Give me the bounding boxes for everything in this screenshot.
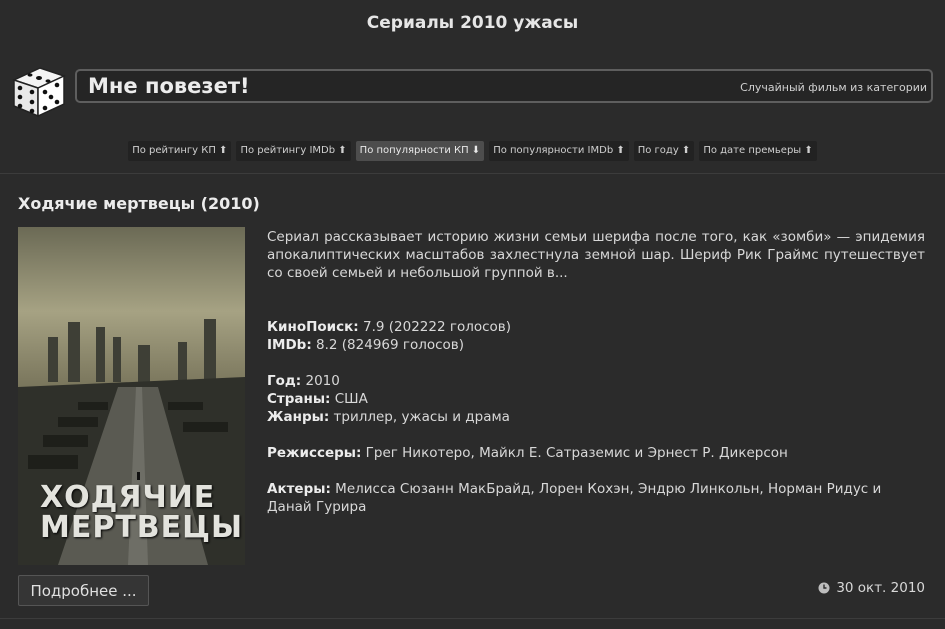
film-poster[interactable]: ХОДЯЧИЕ МЕРТВЕЦЫ <box>18 227 245 565</box>
sort-imdb-popularity-button[interactable]: По популярности IMDb ⬆ <box>489 141 629 161</box>
lucky-label: Мне повезет! <box>88 74 250 98</box>
kp-label: КиноПоиск: <box>267 319 359 335</box>
directors-label: Режиссеры: <box>267 445 362 461</box>
film-year: Год: 2010 <box>267 372 927 390</box>
year-value: 2010 <box>301 373 340 389</box>
genres-label: Жанры: <box>267 409 330 425</box>
lucky-button[interactable]: Мне повезет! Случайный фильм из категори… <box>75 69 933 103</box>
divider <box>0 173 945 174</box>
actors-value: Мелисса Сюзанн МакБрайд, Лорен Кохэн, Эн… <box>267 481 882 515</box>
film-title[interactable]: Ходячие мертвецы (2010) <box>18 194 260 213</box>
sort-kp-popularity-button[interactable]: По популярности КП ⬇ <box>355 141 485 161</box>
sort-imdb-rating-button[interactable]: По рейтингу IMDb ⬆ <box>236 141 351 161</box>
actors-label: Актеры: <box>267 481 331 497</box>
directors-value: Грег Никотеро, Майкл Е. Сатраземис и Эрн… <box>361 445 788 461</box>
film-actors: Актеры: Мелисса Сюзанн МакБрайд, Лорен К… <box>267 480 927 516</box>
imdb-label: IMDb: <box>267 337 312 353</box>
sort-kp-rating-button[interactable]: По рейтингу КП ⬆ <box>128 141 232 161</box>
film-countries: Страны: США <box>267 390 927 408</box>
film-description: Сериал рассказывает историю жизни семьи … <box>267 229 925 281</box>
kp-value: 7.9 (202222 голосов) <box>358 319 511 335</box>
clock-icon <box>818 582 830 594</box>
date-value: 30 окт. 2010 <box>836 580 925 596</box>
film-directors: Режиссеры: Грег Никотеро, Майкл Е. Сатра… <box>267 444 927 462</box>
sort-bar: По рейтингу КП ⬆ По рейтингу IMDb ⬆ По п… <box>0 141 945 161</box>
sort-premiere-button[interactable]: По дате премьеры ⬆ <box>699 141 817 161</box>
premiere-date: 30 окт. 2010 <box>818 580 925 596</box>
year-label: Год: <box>267 373 302 389</box>
genres-value: триллер, ужасы и драма <box>329 409 510 425</box>
poster-title: ХОДЯЧИЕ МЕРТВЕЦЫ <box>40 480 244 545</box>
lucky-hint: Случайный фильм из категории <box>740 81 927 94</box>
divider <box>0 618 945 619</box>
imdb-value: 8.2 (824969 голосов) <box>311 337 465 353</box>
more-button[interactable]: Подробнее ... <box>18 575 149 606</box>
countries-label: Страны: <box>267 391 331 407</box>
film-genres: Жанры: триллер, ужасы и драма <box>267 408 927 426</box>
rating-kp: КиноПоиск: 7.9 (202222 голосов) <box>267 318 927 336</box>
rating-imdb: IMDb: 8.2 (824969 голосов) <box>267 336 927 354</box>
dice-icon[interactable] <box>10 62 68 120</box>
page-title: Сериалы 2010 ужасы <box>366 13 579 33</box>
countries-value: США <box>330 391 368 407</box>
sort-year-button[interactable]: По году ⬆ <box>633 141 695 161</box>
